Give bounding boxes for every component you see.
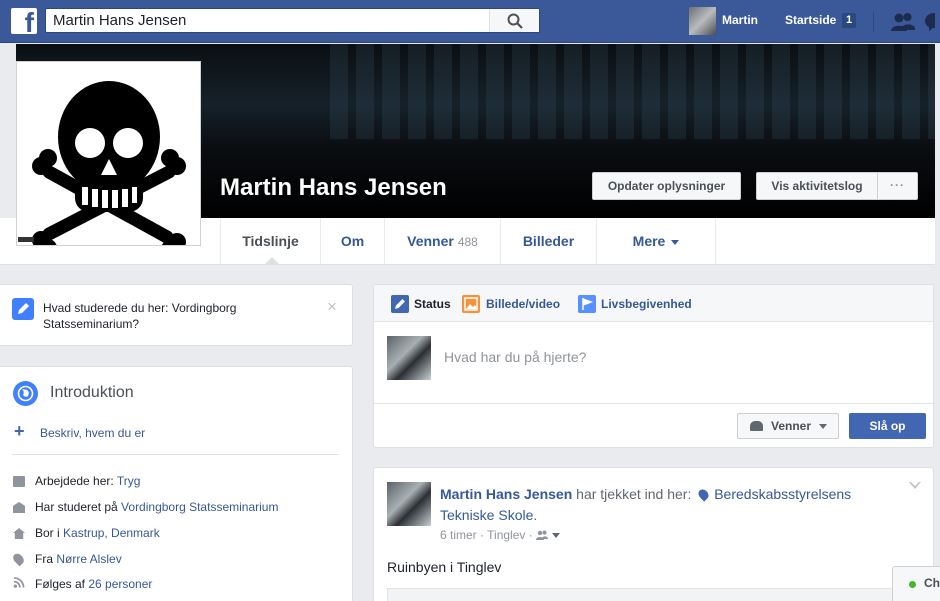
more-options-button[interactable]: ··· <box>877 172 918 200</box>
intro-row-prefix: Bor i <box>35 526 64 540</box>
study-prompt-card: Hvad studerede du her: Vordingborg Stats… <box>0 284 353 346</box>
chat-tab[interactable]: Ch <box>892 566 940 601</box>
post-body-text: Ruinbyen i Tinglev <box>387 559 502 575</box>
divider <box>374 403 933 404</box>
friends-icon <box>750 421 763 431</box>
post-composer: Status Billede/video Livsbegivenhed Hvad… <box>373 284 934 448</box>
search-icon <box>507 13 523 29</box>
chat-label: Ch <box>924 576 940 590</box>
intro-row-prefix: Følges af <box>35 577 89 591</box>
facebook-logo-glyph: f <box>24 7 34 38</box>
chevron-inner <box>911 482 919 486</box>
activity-log-button[interactable]: Vis aktivitetslog <box>756 172 878 200</box>
intro-row-prefix: Arbejdede her: <box>35 474 117 488</box>
tab-timeline-label: Tidslinje <box>242 233 299 249</box>
tab-friends[interactable]: Venner 488 <box>384 218 500 264</box>
avatar <box>387 336 431 380</box>
intro-row-link[interactable]: 26 personer <box>88 577 152 591</box>
intro-title: Introduktion <box>50 384 134 401</box>
top-navigation-bar: f Martin Startside 1 <box>0 0 940 43</box>
plus-icon[interactable]: + <box>14 422 25 440</box>
intro-row-education: Har studeret på Vordingborg Statsseminar… <box>35 500 278 514</box>
intro-row-link[interactable]: Vordingborg Statsseminarium <box>121 500 278 514</box>
location-pin-icon <box>11 551 26 567</box>
audience-label: Venner <box>771 419 812 433</box>
describe-yourself-link[interactable]: Beskriv, hvem du er <box>40 426 145 440</box>
feed-post: Martin Hans Jensen har tjekket ind her: … <box>373 467 934 601</box>
flag-icon <box>578 295 596 313</box>
post-header: Martin Hans Jensen har tjekket ind her: … <box>440 484 905 526</box>
home-count-badge: 1 <box>842 13 856 28</box>
home-icon <box>13 528 25 539</box>
post-author-link[interactable]: Martin Hans Jensen <box>440 486 572 502</box>
intro-row-link[interactable]: Kastrup, Denmark <box>63 526 160 540</box>
search-box <box>45 8 540 33</box>
search-button[interactable] <box>489 9 539 32</box>
home-link[interactable]: Startside <box>785 13 836 27</box>
divider <box>12 454 339 455</box>
post-button[interactable]: Slå op <box>849 413 926 439</box>
tab-more-label: Mere <box>632 233 666 249</box>
pencil-icon <box>391 295 409 313</box>
composer-tab-photo-video[interactable]: Billede/video <box>486 297 560 311</box>
intro-row-from: Fra Nørre Alslev <box>35 552 122 566</box>
post-media[interactable] <box>387 588 922 601</box>
search-input[interactable] <box>46 9 490 32</box>
tab-photos[interactable]: Billeder <box>500 218 596 264</box>
post-meta: 6 timer · Tinglev · <box>440 528 561 542</box>
profile-picture[interactable] <box>16 61 201 246</box>
nav-divider <box>873 12 874 32</box>
skull-crossbones-icon <box>32 81 186 245</box>
intro-row-link[interactable]: Nørre Alslev <box>56 552 121 566</box>
post-location-link[interactable]: Tinglev <box>487 528 525 542</box>
intro-row-prefix: Har studeret på <box>35 500 122 514</box>
tab-more[interactable]: Mere <box>596 218 716 264</box>
composer-tab-life-event[interactable]: Livsbegivenhed <box>601 297 692 311</box>
tab-friends-label: Venner <box>407 233 454 249</box>
friends-count: 488 <box>457 235 478 249</box>
location-pin-icon <box>696 487 711 502</box>
intro-card: Introduktion + Beskriv, hvem du er Arbej… <box>0 366 353 601</box>
school-icon <box>13 502 25 513</box>
tab-photos-label: Billeder <box>522 233 575 249</box>
study-prompt-text[interactable]: Hvad studerede du her: Vordingborg Stats… <box>43 300 313 332</box>
post-checkin-text: har tjekket ind her: <box>572 486 696 502</box>
cover-left-gutter <box>0 44 16 218</box>
facebook-logo-icon[interactable]: f <box>11 7 37 38</box>
nav-user-name: Martin <box>722 13 758 27</box>
intro-row-followers: Følges af 26 personer <box>35 577 152 591</box>
avatar <box>689 7 716 35</box>
post-time-link[interactable]: 6 timer <box>440 528 477 542</box>
globe-icon <box>13 381 38 406</box>
audience-selector[interactable]: Venner <box>737 413 839 439</box>
close-icon[interactable]: × <box>327 298 337 315</box>
tab-about[interactable]: Om <box>320 218 384 264</box>
audience-friends-icon[interactable] <box>536 530 561 540</box>
friend-requests-icon[interactable] <box>890 12 916 32</box>
pencil-icon <box>12 298 34 320</box>
tab-timeline[interactable]: Tidslinje <box>220 218 320 265</box>
meta-separator: · <box>528 528 537 542</box>
online-status-icon <box>909 581 916 588</box>
composer-input[interactable]: Hvad har du på hjerte? <box>444 349 586 365</box>
update-info-button[interactable]: Opdater oplysninger <box>592 172 741 200</box>
rss-feed-icon <box>13 577 25 588</box>
post-place-suffix: . <box>533 507 538 523</box>
photo-icon <box>462 295 480 313</box>
intro-row-link[interactable]: Tryg <box>117 474 141 488</box>
avatar[interactable] <box>387 482 431 526</box>
caret-down-icon <box>671 239 680 245</box>
briefcase-icon <box>13 476 25 487</box>
messages-icon[interactable] <box>925 12 940 32</box>
tab-about-label: Om <box>340 233 365 249</box>
intro-row-prefix: Fra <box>35 552 57 566</box>
composer-tab-status[interactable]: Status <box>414 297 451 311</box>
intro-row-work: Arbejdede her: Tryg <box>35 474 140 488</box>
composer-tabs: Status Billede/video Livsbegivenhed <box>374 285 933 322</box>
profile-name: Martin Hans Jensen <box>220 174 447 201</box>
caret-down-icon <box>819 424 827 429</box>
intro-row-lives-in: Bor i Kastrup, Denmark <box>35 526 160 540</box>
photo-tag-strip <box>18 237 34 242</box>
